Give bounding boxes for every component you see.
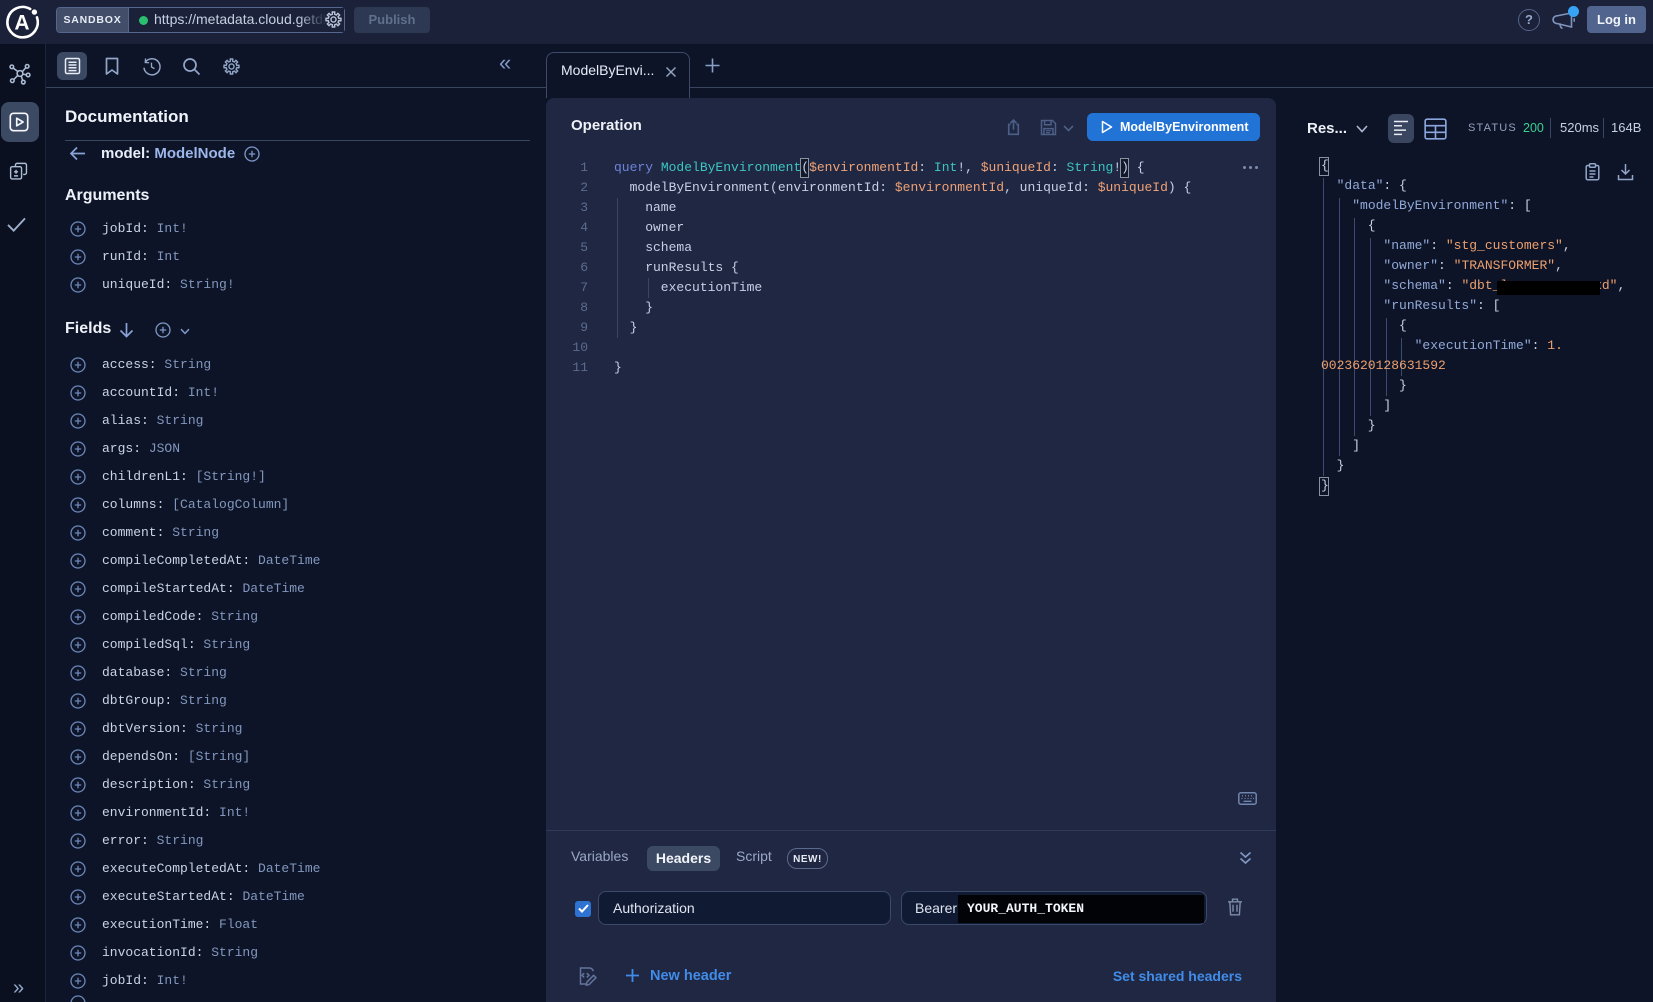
svg-text:A: A bbox=[14, 12, 29, 35]
